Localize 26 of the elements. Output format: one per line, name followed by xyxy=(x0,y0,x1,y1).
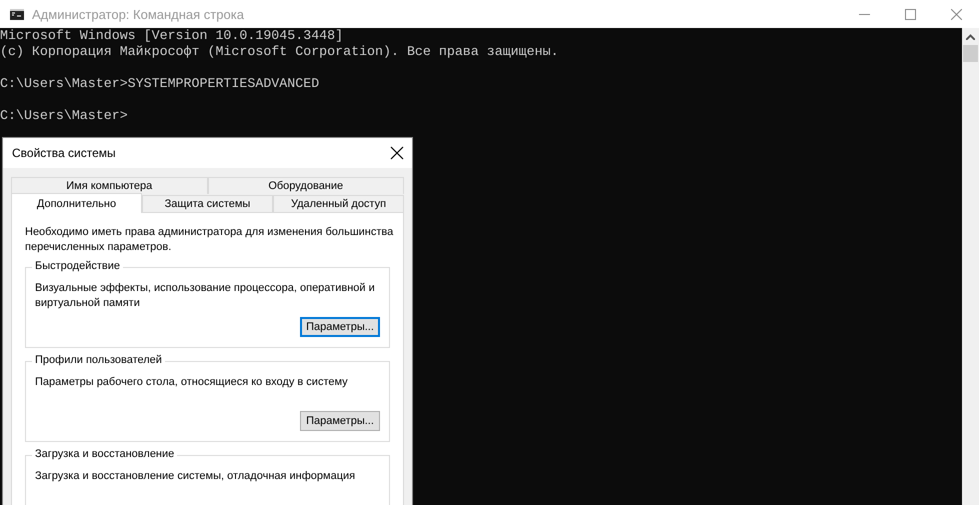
console-line: C:\Users\Master> xyxy=(0,108,128,124)
group-title: Загрузка и восстановление xyxy=(32,448,178,460)
dialog-title: Свойства системы xyxy=(12,146,117,160)
console-icon xyxy=(10,8,24,20)
group-title: Быстродействие xyxy=(32,260,123,272)
settings-button[interactable]: Параметры... xyxy=(300,411,380,431)
group-description: Загрузка и восстановление системы, отладочная информация xyxy=(35,469,356,484)
scrollbar[interactable] xyxy=(962,28,979,505)
tab[interactable]: Удаленный доступ xyxy=(273,195,404,212)
tab[interactable]: Дополнительно xyxy=(11,193,142,213)
group-description: Параметры рабочего стола, относящиеся ко входу в систему xyxy=(35,375,349,390)
close-icon[interactable] xyxy=(390,146,404,160)
maximize-icon[interactable] xyxy=(904,8,916,20)
console-line: (c) Корпорация Майкрософт (Microsoft Corporation). Все права защищены. xyxy=(0,44,559,60)
group-description: Визуальные эффекты, использование процессора, оперативной и виртуальной памяти xyxy=(35,281,376,311)
group-title: Профили пользователей xyxy=(32,354,165,366)
scroll-thumb[interactable] xyxy=(963,45,978,62)
tab[interactable]: Имя компьютера xyxy=(11,177,208,194)
console-line: Microsoft Windows [Version 10.0.19045.3448] xyxy=(0,28,344,44)
window-title: Администратор: Командная строка xyxy=(32,6,244,22)
tab[interactable]: Защита системы xyxy=(142,195,273,212)
scroll-up-icon[interactable] xyxy=(966,34,975,40)
console-line: C:\Users\Master>SYSTEMPROPERTIESADVANCED xyxy=(0,76,320,92)
tab[interactable]: Оборудование xyxy=(208,177,404,194)
note-text: Необходимо иметь права администратора для изменения большинства перечисленных параметров. xyxy=(25,225,394,255)
settings-button[interactable]: Параметры... xyxy=(300,317,380,337)
